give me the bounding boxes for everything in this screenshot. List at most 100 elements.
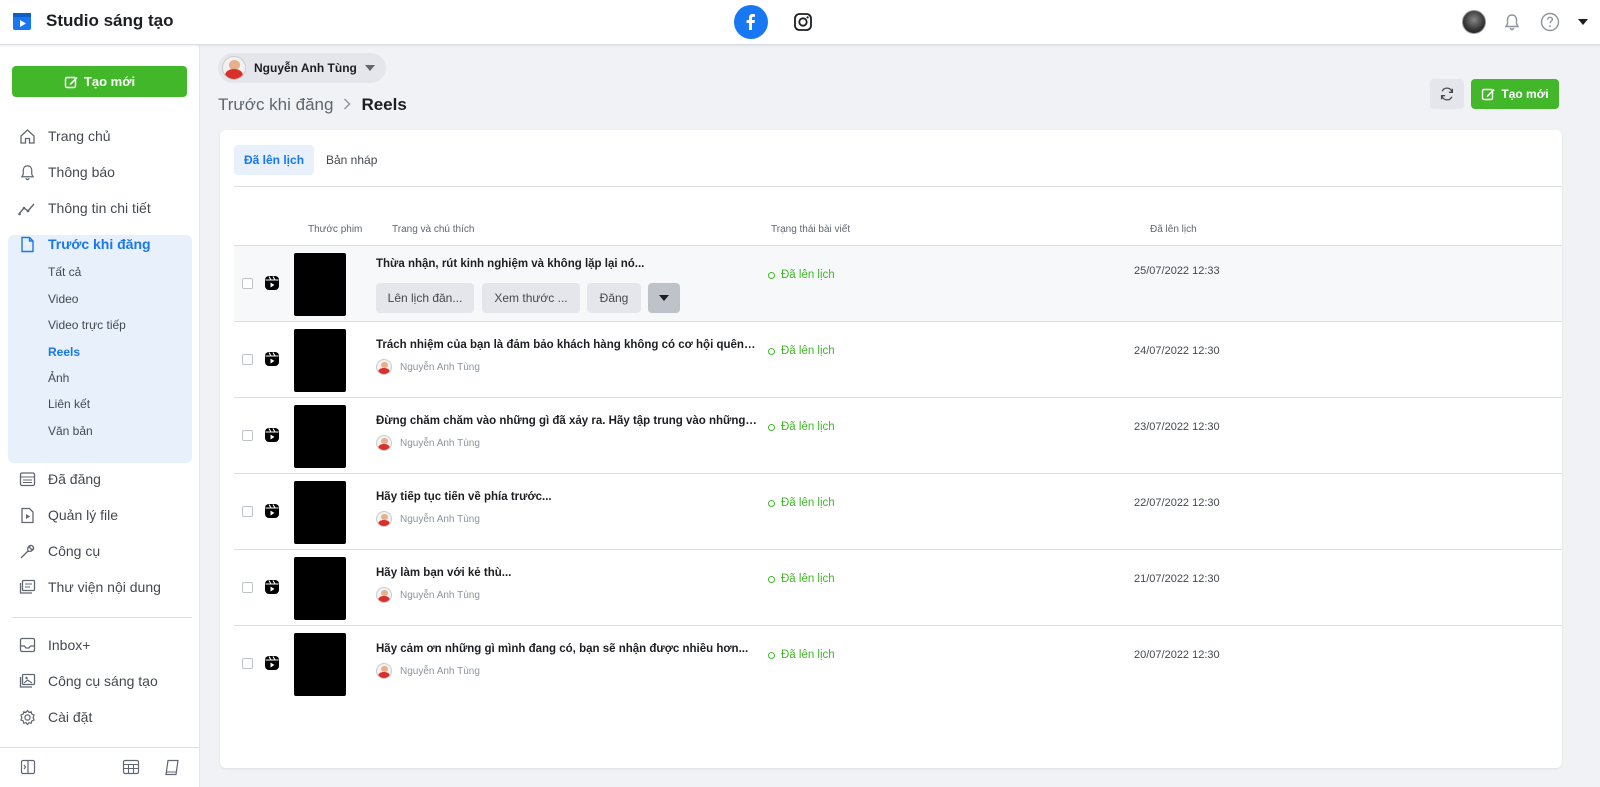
row-checkbox[interactable] (242, 278, 253, 289)
row-checkbox[interactable] (242, 430, 253, 441)
reel-title[interactable]: Hãy tiếp tục tiến về phía trước... (376, 491, 758, 503)
reel-title[interactable]: Thừa nhận, rút kinh nghiệm và không lặp … (376, 258, 758, 270)
sidebar-sub-reels[interactable]: Reels (48, 345, 80, 359)
sidebar-item-tools[interactable]: Công cụ (18, 542, 100, 560)
table-row[interactable]: Hãy cảm ơn những gì mình đang có, bạn sẽ… (234, 625, 1562, 701)
edit-icon (64, 76, 78, 88)
table-row[interactable]: Hãy tiếp tục tiến về phía trước... Nguyễ… (234, 473, 1562, 549)
sidebar-item-label: Inbox+ (48, 637, 91, 653)
breadcrumb-current: Reels (361, 95, 407, 114)
status-badge: Đã lên lịch (768, 269, 835, 281)
reel-thumbnail[interactable] (294, 405, 346, 468)
scheduled-date: 24/07/2022 12:30 (1134, 345, 1220, 357)
sidebar: Tạo mới Trang chủ Thông báo Thông tin ch… (0, 45, 200, 787)
author-name: Nguyễn Anh Tùng (400, 361, 480, 373)
sidebar-sub-text[interactable]: Văn bản (48, 424, 93, 438)
sidebar-item-content-library[interactable]: Thư viện nội dung (18, 578, 161, 596)
table-row[interactable]: Hãy làm bạn với kẻ thù... Nguyễn Anh Tùn… (234, 549, 1562, 625)
reel-thumbnail[interactable] (294, 633, 346, 696)
sidebar-item-creative-tools[interactable]: Công cụ sáng tạo (18, 672, 158, 690)
tab-scheduled[interactable]: Đã lên lịch (234, 145, 315, 175)
instagram-icon[interactable] (786, 5, 820, 39)
sidebar-sub-links[interactable]: Liên kết (48, 397, 90, 411)
sidebar-item-label: Thông báo (48, 164, 115, 180)
creative-tools-icon (18, 672, 36, 690)
chevron-right-icon (343, 97, 351, 113)
preview-button[interactable]: Xem thước ... (482, 283, 580, 313)
status-badge: Đã lên lịch (768, 345, 835, 357)
video-file-icon (18, 506, 36, 524)
row-checkbox[interactable] (242, 658, 253, 669)
reel-thumbnail[interactable] (294, 481, 346, 544)
calendar-icon (18, 470, 36, 488)
profile-avatar[interactable] (1462, 10, 1486, 34)
column-header-status[interactable]: Trạng thái bài viết (771, 224, 850, 235)
caret-down-icon (364, 65, 375, 71)
edit-icon (1482, 88, 1495, 101)
schedule-button[interactable]: Lên lịch đăn... (376, 283, 474, 313)
table-view-icon[interactable] (121, 757, 141, 777)
sidebar-group-before-publish (8, 235, 192, 463)
reel-title[interactable]: Đừng chăm chăm vào những gì đã xảy ra. H… (376, 415, 758, 427)
create-button[interactable]: Tạo mới (12, 66, 187, 97)
row-checkbox[interactable] (242, 582, 253, 593)
tab-drafts[interactable]: Bản nháp (316, 145, 387, 175)
sidebar-sub-live-video[interactable]: Video trực tiếp (48, 318, 126, 332)
status-label: Đã lên lịch (781, 269, 835, 281)
row-checkbox[interactable] (242, 506, 253, 517)
caret-down-icon (659, 295, 669, 301)
reel-title[interactable]: Hãy làm bạn với kẻ thù... (376, 567, 758, 579)
sidebar-item-inbox[interactable]: Inbox+ (18, 636, 90, 654)
reel-thumbnail[interactable] (294, 329, 346, 392)
collapse-sidebar-icon[interactable] (18, 757, 38, 777)
sidebar-item-before-publish[interactable]: Trước khi đăng (18, 235, 151, 253)
column-header-scheduled[interactable]: Đã lên lịch (1150, 224, 1197, 235)
sidebar-item-insights[interactable]: Thông tin chi tiết (18, 199, 151, 217)
notebook-icon[interactable] (162, 757, 182, 777)
author-name: Nguyễn Anh Tùng (400, 665, 480, 677)
create-button-top[interactable]: Tạo mới (1471, 79, 1559, 109)
sidebar-sub-all[interactable]: Tất cả (48, 265, 81, 279)
sidebar-item-label: Quản lý file (48, 507, 119, 523)
row-checkbox[interactable] (242, 354, 253, 365)
bell-icon[interactable] (1500, 10, 1524, 34)
help-icon[interactable] (1538, 10, 1562, 34)
sidebar-item-file-manager[interactable]: Quản lý file (18, 506, 118, 524)
sidebar-sub-photos[interactable]: Ảnh (48, 371, 69, 385)
breadcrumb: Trước khi đăng Reels (218, 95, 407, 115)
sidebar-item-settings[interactable]: Cài đặt (18, 708, 92, 726)
author-name: Nguyễn Anh Tùng (400, 437, 480, 449)
more-actions-button[interactable] (648, 283, 680, 313)
sidebar-sub-video[interactable]: Video (48, 292, 78, 306)
sidebar-item-label: Trước khi đăng (48, 236, 151, 252)
sidebar-item-label: Thư viện nội dung (48, 579, 161, 595)
reels-icon (265, 352, 279, 366)
reels-icon (265, 580, 279, 594)
reel-author: Nguyễn Anh Tùng (376, 435, 480, 451)
facebook-icon[interactable] (734, 5, 768, 39)
document-icon (18, 235, 36, 253)
table-row[interactable]: Trách nhiệm của bạn là đảm bảo khách hàn… (234, 321, 1562, 397)
sidebar-item-home[interactable]: Trang chủ (18, 127, 111, 145)
author-avatar (376, 359, 392, 375)
caret-down-icon[interactable] (1576, 10, 1590, 34)
reel-title[interactable]: Trách nhiệm của bạn là đảm bảo khách hàn… (376, 339, 758, 351)
account-name: Nguyễn Anh Tùng (254, 61, 357, 75)
sidebar-item-notifications[interactable]: Thông báo (18, 163, 115, 181)
table-row[interactable]: Thừa nhận, rút kinh nghiệm và không lặp … (234, 245, 1562, 321)
sidebar-item-published[interactable]: Đã đăng (18, 470, 101, 488)
publish-button[interactable]: Đăng (587, 283, 641, 313)
breadcrumb-parent[interactable]: Trước khi đăng (218, 95, 333, 115)
refresh-button[interactable] (1430, 79, 1464, 109)
reel-title[interactable]: Hãy cảm ơn những gì mình đang có, bạn sẽ… (376, 643, 758, 655)
table-row[interactable]: Đừng chăm chăm vào những gì đã xảy ra. H… (234, 397, 1562, 473)
column-header-page-caption[interactable]: Trang và chú thích (392, 224, 474, 235)
account-switcher[interactable]: Nguyễn Anh Tùng (218, 53, 386, 83)
column-header-preview[interactable]: Thước phim (308, 224, 362, 235)
reel-thumbnail[interactable] (294, 557, 346, 620)
reel-thumbnail[interactable] (294, 253, 346, 316)
brand[interactable]: Studio sáng tạo (12, 10, 174, 32)
status-badge: Đã lên lịch (768, 649, 835, 661)
author-avatar (376, 663, 392, 679)
sidebar-footer (0, 747, 199, 787)
